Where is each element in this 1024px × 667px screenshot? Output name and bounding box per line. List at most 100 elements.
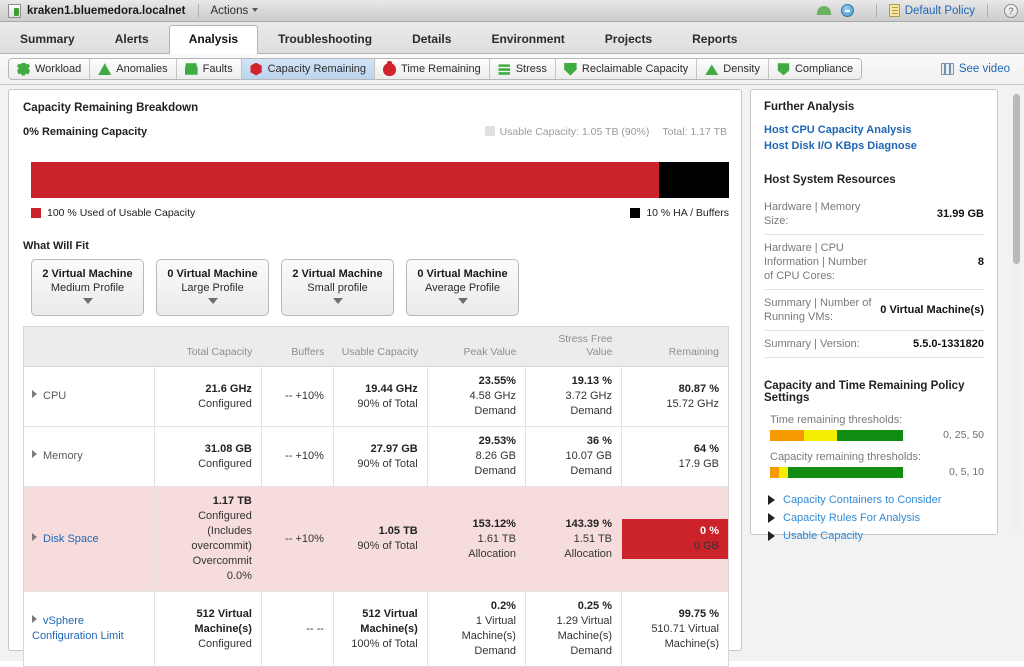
table-row[interactable]: Disk Space 1.17 TB Configured (Includes over…	[23, 486, 729, 592]
status-circle-icon[interactable]	[840, 4, 854, 17]
cell-secondary-value: 8.26 GB	[475, 450, 516, 462]
sub-tab-reclaimable-capacity[interactable]: Reclaimable Capacity	[555, 59, 698, 79]
cloud-icon[interactable]	[816, 6, 831, 15]
sub-tab-capacity-remaining[interactable]: Capacity Remaining	[241, 59, 376, 79]
page-scrollbar[interactable]	[1012, 92, 1021, 532]
row-name[interactable]: CPU	[43, 390, 66, 402]
what-will-fit-card[interactable]: 2 Virtual Machine Small profile	[281, 259, 394, 316]
resource-value: 5.5.0-1331820	[874, 330, 984, 358]
cell-primary-value: 27.97 GB	[370, 442, 418, 455]
sub-tab-faults[interactable]: Faults	[176, 59, 242, 79]
stack-badge-icon	[184, 63, 198, 75]
column-header[interactable]: Peak Value	[427, 326, 526, 367]
what-will-fit-title: What Will Fit	[23, 240, 89, 252]
usable-capacity-summary: Usable Capacity: 1.05 TB (90%)	[484, 126, 649, 138]
chevron-down-icon[interactable]	[457, 298, 468, 304]
host-name: kraken1.bluemedora.localnet	[27, 4, 186, 17]
table-row[interactable]: Memory 31.08 GB Configured -- +10% 27.97 GB 9…	[23, 426, 729, 487]
help-icon[interactable]: ?	[1004, 3, 1018, 18]
what-will-fit-card[interactable]: 0 Virtual Machine Large Profile	[156, 259, 269, 316]
row-name[interactable]: Disk Space	[43, 533, 99, 545]
cell-stress_free: 36 % 10.07 GB Demand	[524, 426, 622, 487]
expand-triangle-icon[interactable]	[32, 390, 37, 398]
expandable-row[interactable]: Usable Capacity	[764, 530, 984, 542]
resource-label: Hardware | Memory Size:	[764, 194, 875, 235]
capacity-remaining-threshold: Capacity remaining thresholds: 0, 5, 10	[764, 451, 984, 478]
main-tab-analysis[interactable]: Analysis	[168, 25, 259, 54]
further-analysis-link[interactable]: Host CPU Capacity Analysis	[764, 122, 984, 138]
capacity-bar-legend: 100 % Used of Usable Capacity 10 % HA / …	[31, 207, 729, 219]
expandable-row[interactable]: Capacity Containers to Consider	[764, 494, 984, 506]
cell-peak: 0.2% 1 Virtual Machine(s) Demand	[426, 591, 526, 667]
chevron-down-icon[interactable]	[82, 298, 93, 304]
column-header[interactable]: Buffers	[261, 326, 334, 367]
sub-tab-anomalies[interactable]: Anomalies	[90, 59, 177, 79]
further-analysis-title: Further Analysis	[764, 101, 855, 113]
cell-secondary-value: 510.71 Virtual	[651, 622, 719, 635]
cell-secondary-value: -- +10%	[285, 450, 324, 462]
column-header[interactable]: Remaining	[621, 326, 729, 367]
main-tab-environment[interactable]: Environment	[471, 25, 584, 54]
expand-triangle-icon[interactable]	[32, 615, 37, 623]
row-name-cell[interactable]: CPU	[23, 366, 155, 427]
column-header[interactable]: Stress Free Value	[525, 326, 622, 367]
sub-tab-density[interactable]: Density	[697, 59, 769, 79]
default-policy-link[interactable]: Default Policy	[905, 5, 975, 17]
table-row[interactable]: CPU 21.6 GHz Configured -- +10% 19.44 GHz 90%…	[23, 366, 729, 427]
main-tab-projects[interactable]: Projects	[585, 25, 672, 54]
row-name[interactable]: vSphere Configuration Limit	[32, 615, 124, 642]
main-tab-alerts[interactable]: Alerts	[95, 25, 169, 54]
chevron-down-icon[interactable]	[332, 298, 343, 304]
cell-primary-value: 80.87 %	[678, 382, 719, 395]
wwf-count: 0 Virtual Machine	[417, 268, 508, 280]
expandable-label[interactable]: Usable Capacity	[783, 530, 863, 542]
expandable-row[interactable]: Capacity Rules For Analysis	[764, 512, 984, 524]
sub-tab-workload[interactable]: Workload	[9, 59, 91, 79]
cell-secondary-value: Configured	[198, 637, 252, 650]
main-tab-reports[interactable]: Reports	[672, 25, 757, 54]
row-name-cell[interactable]: Memory	[23, 426, 155, 487]
further-analysis-link[interactable]: Host Disk I/O KBps Diagnose	[764, 138, 984, 154]
row-name[interactable]: Memory	[43, 450, 83, 462]
main-tab-troubleshooting[interactable]: Troubleshooting	[258, 25, 392, 54]
chevron-down-icon[interactable]	[207, 298, 218, 304]
gauge-segment	[779, 466, 788, 478]
see-video-link[interactable]: See video	[940, 63, 1024, 75]
cell-buffers: -- +10%	[260, 486, 334, 592]
main-tab-details[interactable]: Details	[392, 25, 471, 54]
cell-primary-value: 23.55%	[478, 375, 516, 387]
expandable-label[interactable]: Capacity Containers to Consider	[783, 494, 941, 506]
column-header[interactable]: Total Capacity	[154, 326, 262, 367]
sub-tab-time-remaining[interactable]: Time Remaining	[375, 59, 490, 79]
column-header[interactable]: Usable Capacity	[333, 326, 428, 367]
expand-triangle-icon[interactable]	[768, 495, 775, 505]
sub-tab-compliance[interactable]: Compliance	[768, 59, 862, 79]
what-will-fit-card[interactable]: 0 Virtual Machine Average Profile	[406, 259, 519, 316]
cell-secondary-value: 1.29 Virtual	[556, 615, 612, 627]
scrollbar-thumb[interactable]	[1013, 94, 1020, 264]
expand-triangle-icon[interactable]	[768, 531, 775, 541]
row-name-cell[interactable]: vSphere Configuration Limit	[23, 591, 155, 667]
expand-triangle-icon[interactable]	[768, 513, 775, 523]
sub-tab-label: Reclaimable Capacity	[581, 63, 689, 75]
expand-triangle-icon[interactable]	[32, 532, 37, 541]
legend-used: 100 % Used of Usable Capacity	[31, 207, 195, 219]
legend-ha: 10 % HA / Buffers	[630, 207, 729, 219]
resource-label: Hardware | CPU Information | Number of C…	[764, 234, 875, 290]
main-tab-summary[interactable]: Summary	[0, 25, 95, 54]
expand-triangle-icon[interactable]	[32, 450, 37, 458]
divider	[197, 3, 199, 18]
gauge-segment	[770, 429, 804, 441]
table-row[interactable]: vSphere Configuration Limit 512 Virtual M…	[23, 591, 729, 667]
resource-row: Hardware | CPU Information | Number of C…	[764, 234, 984, 290]
legend-ha-label: 10 % HA / Buffers	[646, 207, 729, 219]
sub-tab-stress[interactable]: Stress	[489, 59, 556, 79]
cell-secondary-value: 15.72 GHz	[666, 397, 719, 410]
expandable-label[interactable]: Capacity Rules For Analysis	[783, 512, 920, 524]
what-will-fit-card[interactable]: 2 Virtual Machine Medium Profile	[31, 259, 144, 316]
gauge-segment	[804, 429, 837, 441]
actions-menu[interactable]: Actions	[211, 5, 259, 17]
column-header[interactable]	[23, 326, 155, 367]
see-video-label: See video	[958, 63, 1010, 75]
row-name-cell[interactable]: Disk Space	[23, 486, 155, 592]
